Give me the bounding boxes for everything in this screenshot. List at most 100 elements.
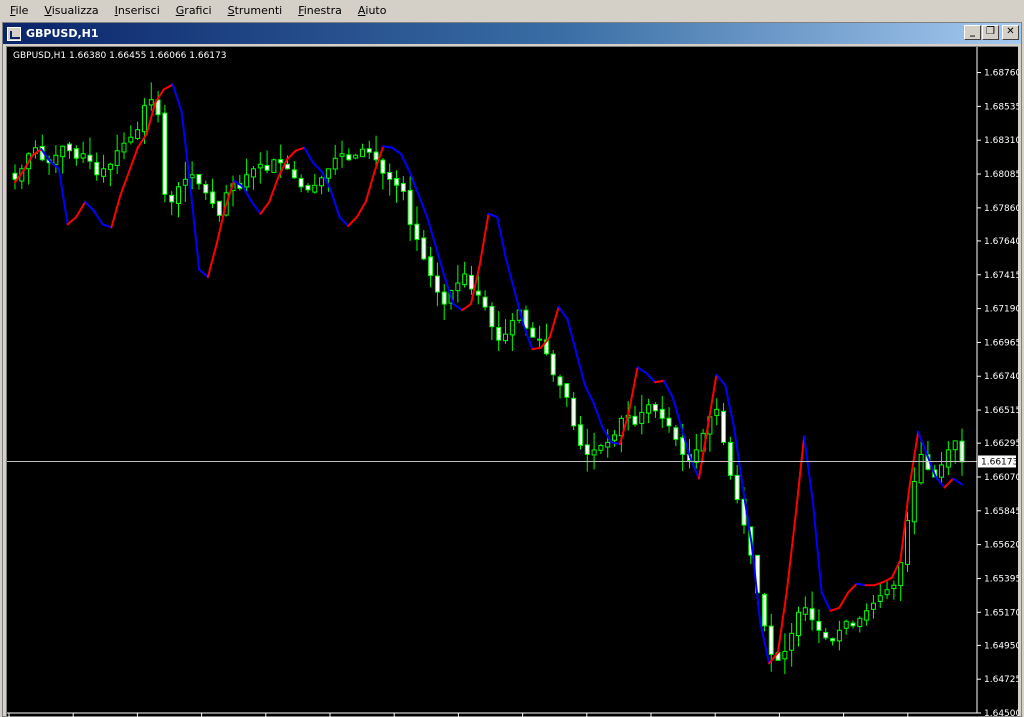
candle (87, 137, 93, 170)
candle (782, 633, 788, 675)
candle-body (203, 183, 209, 194)
indicator-segment (654, 379, 665, 384)
price-tick-label: 1.66070 (984, 473, 1019, 483)
candle (67, 141, 73, 159)
candle (918, 441, 924, 485)
candle (244, 158, 250, 192)
indicator-segment (110, 194, 122, 229)
indicator-segment (592, 402, 604, 429)
indicator-segment (575, 351, 586, 387)
candle-body (380, 159, 386, 174)
candle (571, 392, 577, 431)
candle (257, 152, 263, 184)
indicator-segment (478, 212, 490, 266)
candle-body (339, 153, 345, 157)
indicator-segment (794, 435, 806, 519)
candle (421, 230, 427, 261)
indicator-segment (496, 215, 508, 260)
price-tick-label: 1.66295 (984, 439, 1019, 449)
candle-body (557, 376, 563, 386)
candle (884, 581, 890, 600)
candle-body (114, 150, 120, 166)
minimize-button[interactable]: _ (964, 25, 981, 40)
price-tick-label: 1.68760 (984, 69, 1019, 79)
candle-body (727, 441, 733, 476)
candle (809, 591, 815, 631)
candle (169, 191, 175, 216)
candle (196, 174, 202, 190)
price-tick-label: 1.65620 (984, 541, 1019, 551)
menu-visualizza[interactable]: Visualizza (36, 1, 106, 20)
candle (591, 432, 597, 470)
candle (312, 174, 318, 194)
indicator-segment (610, 441, 622, 445)
candle-body (571, 397, 577, 427)
candle (182, 161, 188, 202)
candle-body (898, 562, 904, 587)
candle-body (162, 112, 168, 195)
menu-strumenti-mnemonic: S (227, 4, 235, 17)
candle (632, 405, 638, 427)
menu-aiuto[interactable]: Aiuto (350, 1, 395, 20)
chart-canvas[interactable]: 1.68760 1.68535 1.68310 1.68085 1.67860 1.676… (7, 47, 1021, 717)
candle-body (373, 151, 379, 161)
indicator-segment (347, 215, 358, 227)
candle (148, 82, 154, 111)
candle-body (366, 148, 372, 153)
candle (366, 140, 372, 160)
candle (761, 592, 767, 632)
candle-body (107, 163, 113, 170)
candle-body (591, 449, 597, 456)
candle (101, 154, 107, 183)
menu-grafici[interactable]: Grafici (168, 1, 220, 20)
menu-finestra[interactable]: Finestra (290, 1, 350, 20)
candle-body (864, 610, 870, 621)
candle-body (639, 411, 645, 424)
indicator-segment (811, 501, 823, 594)
candle (353, 153, 359, 160)
chart-window-titlebar[interactable]: GBPUSD,H1 _ ❐ ✕ (3, 23, 1021, 44)
candle-body (353, 154, 359, 159)
candle-body (605, 441, 611, 448)
candle-body (489, 305, 495, 328)
candle (26, 152, 32, 185)
candle-body (87, 154, 93, 162)
close-button[interactable]: ✕ (1002, 25, 1019, 40)
indicator-segment (66, 215, 78, 226)
symbol-info: GBPUSD,H1 1.66380 1.66455 1.66066 1.6617… (13, 51, 226, 61)
candle (557, 374, 563, 399)
candle (843, 619, 849, 635)
candle-body (325, 168, 331, 179)
candle-body (53, 154, 59, 165)
price-chart[interactable]: 1.68760 1.68535 1.68310 1.68085 1.67860 1.676… (6, 46, 1021, 717)
candle-body (387, 172, 393, 180)
indicator-segment (531, 346, 543, 351)
candle-body (509, 320, 515, 336)
candle-body (632, 415, 638, 425)
menu-inserisci[interactable]: Inserisci (107, 1, 168, 20)
indicator-segment (785, 516, 797, 594)
candle-body (918, 453, 924, 484)
menu-strumenti[interactable]: Strumenti (220, 1, 291, 20)
candle-body (577, 424, 583, 446)
candle (639, 394, 645, 435)
candle (945, 440, 951, 476)
candle-body (196, 174, 202, 185)
indicator-segment (75, 200, 87, 218)
restore-button[interactable]: ❐ (982, 25, 999, 40)
candle-body (550, 353, 556, 376)
candle-body (141, 105, 147, 133)
candle (39, 134, 45, 162)
candle-body (80, 153, 86, 159)
candle (414, 206, 420, 251)
indicator-segment (583, 384, 595, 405)
price-tick-label: 1.66965 (984, 338, 1019, 348)
candle-body (441, 291, 447, 305)
candle-body (850, 622, 856, 627)
candle-body (189, 174, 195, 179)
indicator-segment (505, 257, 516, 294)
menu-grafici-label: rafici (184, 4, 212, 17)
menu-file[interactable]: File (2, 1, 36, 20)
candle-body (952, 440, 958, 451)
window-controls: _ ❐ ✕ (964, 25, 1019, 40)
